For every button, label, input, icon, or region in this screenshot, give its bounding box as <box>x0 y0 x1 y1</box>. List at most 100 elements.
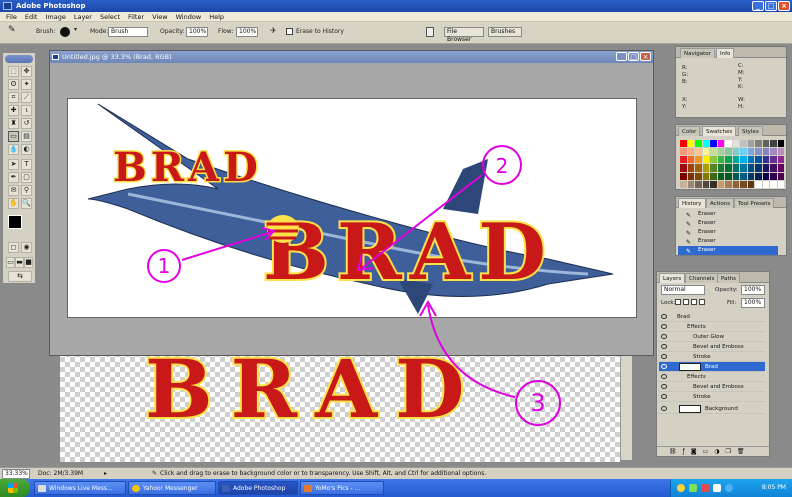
swatch[interactable] <box>725 172 732 180</box>
swatch[interactable] <box>710 140 717 148</box>
swatch[interactable] <box>687 164 694 172</box>
swatch[interactable] <box>717 164 724 172</box>
eye-icon[interactable] <box>661 394 667 399</box>
tab-history[interactable]: History <box>678 198 706 208</box>
swatch[interactable] <box>777 156 784 164</box>
swatch[interactable] <box>770 164 777 172</box>
swatch[interactable] <box>755 140 762 148</box>
swatch[interactable] <box>687 180 694 188</box>
swatch[interactable] <box>755 180 762 188</box>
swatch[interactable] <box>755 164 762 172</box>
history-item[interactable]: ✎ Eraser <box>678 219 778 228</box>
layer-effect-row[interactable]: Bevel and Emboss <box>659 342 765 352</box>
swatch[interactable] <box>717 140 724 148</box>
swatch[interactable] <box>687 156 694 164</box>
layers-opacity-field[interactable]: 100% <box>741 285 765 295</box>
swatch[interactable] <box>717 156 724 164</box>
swatch[interactable] <box>702 164 709 172</box>
swatch[interactable] <box>770 156 777 164</box>
eye-icon[interactable] <box>661 374 667 379</box>
swatch[interactable] <box>725 164 732 172</box>
eye-icon[interactable] <box>661 364 667 369</box>
new-set-icon[interactable]: ▭ <box>703 448 715 455</box>
tab-navigator[interactable]: Navigator <box>680 48 715 58</box>
tab-channels[interactable]: Channels <box>685 273 719 283</box>
layer-effects-row[interactable]: Effects <box>659 372 765 382</box>
tab-paths[interactable]: Paths <box>717 273 740 283</box>
swatch[interactable] <box>762 164 769 172</box>
swatch[interactable] <box>762 172 769 180</box>
tray-icon[interactable] <box>713 484 721 492</box>
eye-icon[interactable] <box>661 314 667 319</box>
taskbar-item[interactable]: YoMo's Pics - ... <box>300 481 384 495</box>
swatch[interactable] <box>740 156 747 164</box>
swatch[interactable] <box>680 140 687 148</box>
swatch[interactable] <box>695 156 702 164</box>
swatch[interactable] <box>725 140 732 148</box>
tab-color[interactable]: Color <box>678 126 701 136</box>
swatch[interactable] <box>747 140 754 148</box>
swatch[interactable] <box>725 148 732 156</box>
delete-layer-icon[interactable]: 🗑 <box>737 448 751 455</box>
lock-pixels-checkbox[interactable] <box>683 299 689 305</box>
swatch[interactable] <box>710 180 717 188</box>
swatch[interactable] <box>710 172 717 180</box>
swatch[interactable] <box>755 156 762 164</box>
swatch[interactable] <box>725 156 732 164</box>
swatch[interactable] <box>740 172 747 180</box>
tray-icon[interactable] <box>689 484 697 492</box>
fill-field[interactable]: 100% <box>741 298 765 308</box>
swatch[interactable] <box>702 140 709 148</box>
tab-styles[interactable]: Styles <box>738 126 763 136</box>
zoom-field[interactable]: 33.33% <box>2 469 30 479</box>
adjustment-layer-icon[interactable]: ◑ <box>714 448 725 455</box>
layer-row-selected[interactable]: Brad <box>659 362 765 372</box>
swatch[interactable] <box>695 140 702 148</box>
history-item[interactable]: ✎ Eraser <box>678 237 778 246</box>
swatch[interactable] <box>717 148 724 156</box>
swatch[interactable] <box>702 148 709 156</box>
background-layer-row[interactable]: Background <box>659 404 765 414</box>
swatch[interactable] <box>762 156 769 164</box>
swatch[interactable] <box>777 140 784 148</box>
layer-effect-row[interactable]: Stroke <box>659 352 765 362</box>
blend-mode-select[interactable]: Normal <box>661 285 705 295</box>
swatch[interactable] <box>695 148 702 156</box>
swatch[interactable] <box>680 148 687 156</box>
swatch[interactable] <box>740 164 747 172</box>
swatch[interactable] <box>695 172 702 180</box>
swatch[interactable] <box>755 148 762 156</box>
swatch[interactable] <box>717 180 724 188</box>
swatch[interactable] <box>740 180 747 188</box>
layer-row[interactable]: Brad <box>659 312 765 322</box>
tray-icon[interactable] <box>725 484 733 492</box>
swatch[interactable] <box>680 172 687 180</box>
swatch[interactable] <box>710 148 717 156</box>
swatch[interactable] <box>777 164 784 172</box>
layer-effects-row[interactable]: Effects <box>659 322 765 332</box>
eye-icon[interactable] <box>661 334 667 339</box>
swatch[interactable] <box>777 180 784 188</box>
swatch[interactable] <box>770 172 777 180</box>
swatch[interactable] <box>725 180 732 188</box>
swatch[interactable] <box>702 156 709 164</box>
eye-icon[interactable] <box>661 324 667 329</box>
swatch[interactable] <box>747 172 754 180</box>
swatch[interactable] <box>732 164 739 172</box>
swatch[interactable] <box>762 180 769 188</box>
swatch[interactable] <box>695 180 702 188</box>
swatch-grid[interactable] <box>680 140 784 188</box>
swatch[interactable] <box>762 148 769 156</box>
history-item-current[interactable]: ✎ Eraser <box>678 246 778 255</box>
link-layers-icon[interactable]: ⛓ <box>669 448 683 455</box>
swatch[interactable] <box>747 164 754 172</box>
swatch[interactable] <box>710 164 717 172</box>
swatch[interactable] <box>777 148 784 156</box>
swatch[interactable] <box>687 172 694 180</box>
lock-all-checkbox[interactable] <box>699 299 705 305</box>
swatch[interactable] <box>747 180 754 188</box>
tray-icon[interactable] <box>677 484 685 492</box>
layer-effect-row[interactable]: Stroke <box>659 392 765 402</box>
swatch[interactable] <box>732 156 739 164</box>
tray-icon[interactable] <box>701 484 709 492</box>
